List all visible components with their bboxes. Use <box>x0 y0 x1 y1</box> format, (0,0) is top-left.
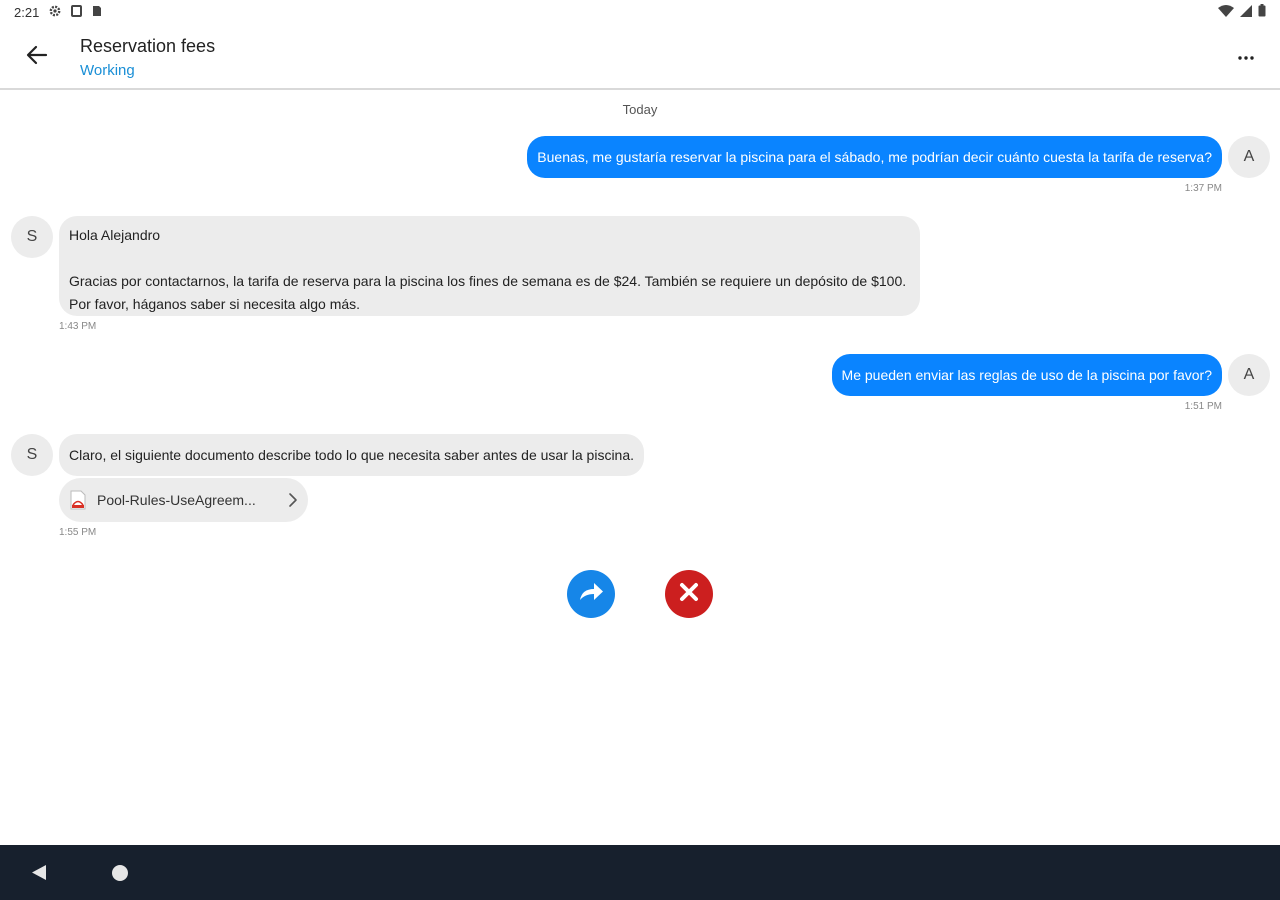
forward-arrow-icon <box>577 581 605 608</box>
wifi-icon <box>1218 4 1234 20</box>
message-time: 1:51 PM <box>1184 401 1222 412</box>
avatar-initial: S <box>26 446 38 463</box>
message-time: 1:55 PM <box>59 527 97 538</box>
avatar: S <box>11 434 53 476</box>
avatar: A <box>1228 136 1270 178</box>
date-separator: Today <box>622 102 658 117</box>
message-bubble-outgoing[interactable]: Me pueden enviar las reglas de uso de la… <box>831 354 1222 396</box>
status-bar: 2:21 <box>0 0 1280 24</box>
avatar-initial: A <box>1243 366 1255 383</box>
message-text: Claro, el siguiente documento describe t… <box>69 447 635 463</box>
close-icon <box>678 581 700 608</box>
status-subtitle: Working <box>80 62 135 79</box>
more-dots-icon <box>1238 47 1254 65</box>
more-options-button[interactable] <box>1234 44 1258 68</box>
message-bubble-incoming[interactable]: Claro, el siguiente documento describe t… <box>59 434 645 476</box>
message-text: Me pueden enviar las reglas de uso de la… <box>841 367 1212 383</box>
sim-card-icon <box>92 5 102 20</box>
message-text: Gracias por contactarnos, la tarifa de r… <box>69 273 907 289</box>
message-text: Por favor, háganos saber si necesita alg… <box>69 296 361 312</box>
header-titles: Reservation fees Working <box>80 35 215 82</box>
avatar: A <box>1228 354 1270 396</box>
signal-icon <box>1240 4 1252 20</box>
nav-home-button[interactable] <box>112 865 128 881</box>
back-button[interactable] <box>22 42 52 72</box>
avatar: S <box>11 216 53 258</box>
battery-icon <box>1258 4 1266 20</box>
system-nav-bar <box>0 845 1280 900</box>
chat-thread[interactable]: Today Buenas, me gustaría reservar la pi… <box>0 92 1280 844</box>
avatar-initial: A <box>1243 148 1255 165</box>
message-time: 1:37 PM <box>1184 183 1222 194</box>
app-header: Reservation fees Working <box>0 24 1280 90</box>
message-bubble-incoming[interactable]: Hola Alejandro Gracias por contactarnos,… <box>59 216 920 316</box>
attachment-name: Pool-Rules-UseAgreem... <box>97 492 256 508</box>
attachment-pdf[interactable]: Pool-Rules-UseAgreem... <box>59 478 308 522</box>
back-arrow-icon <box>26 45 48 70</box>
nav-back-button[interactable] <box>31 864 47 886</box>
cancel-button[interactable] <box>665 570 713 618</box>
chevron-right-icon <box>288 492 298 508</box>
page-title: Reservation fees <box>80 36 216 56</box>
avatar-initial: S <box>26 228 38 245</box>
settings-gear-icon <box>49 5 61 20</box>
message-text: Buenas, me gustaría reservar la piscina … <box>537 149 1212 165</box>
pdf-file-icon <box>69 490 87 510</box>
storage-icon <box>71 4 83 20</box>
forward-button[interactable] <box>567 570 615 618</box>
message-time: 1:43 PM <box>59 321 97 332</box>
message-bubble-outgoing[interactable]: Buenas, me gustaría reservar la piscina … <box>527 136 1222 178</box>
message-greeting: Hola Alejandro <box>69 227 161 243</box>
status-left: 2:21 <box>14 4 102 20</box>
status-time: 2:21 <box>14 4 40 20</box>
status-right <box>1218 4 1266 20</box>
